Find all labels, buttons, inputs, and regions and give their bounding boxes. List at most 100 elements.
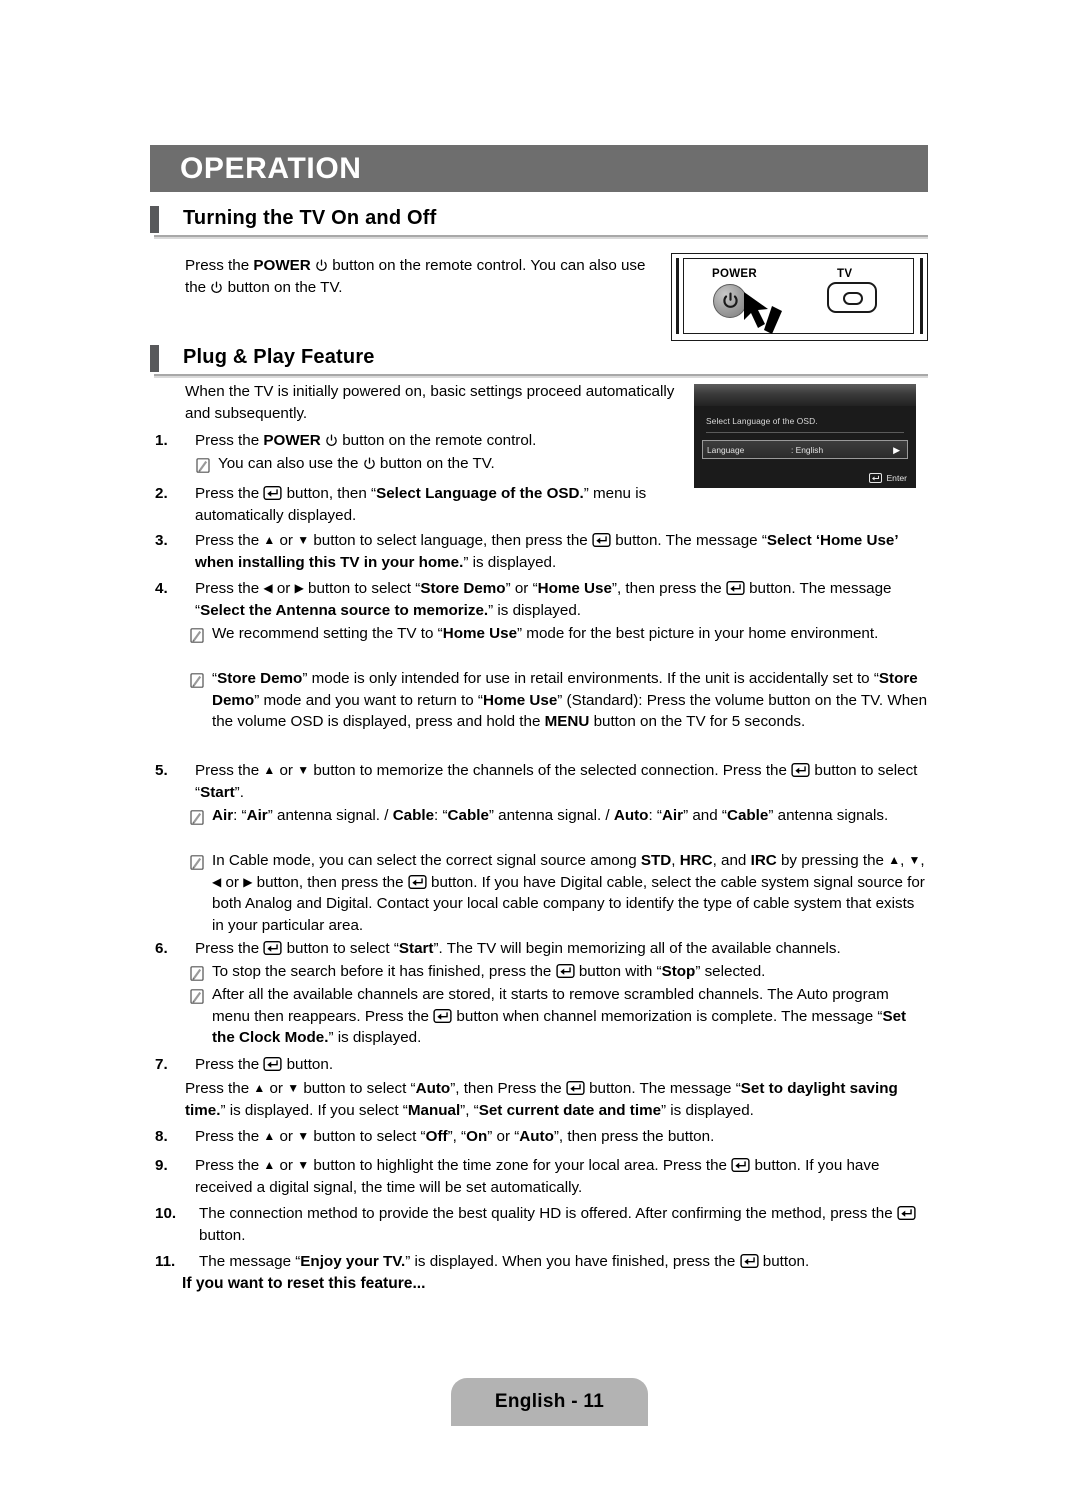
step-2-text: Press the button, then “Select Language … — [195, 485, 647, 524]
enter-icon-3 — [592, 533, 611, 547]
enter-icon-11 — [566, 1081, 585, 1095]
step-11-text: The message “Enjoy your TV.” is displaye… — [199, 1253, 810, 1270]
enter-icon — [869, 473, 883, 483]
remote-tv-label: TV — [837, 268, 853, 280]
step-2: 2. Press the button, then “Select Langua… — [155, 483, 660, 526]
turning-on-paragraph: Press the POWER button on the remote con… — [185, 255, 665, 298]
osd-enter-label: Enter — [886, 473, 907, 483]
step-9-number: 9. — [155, 1157, 168, 1174]
note-icon-3 — [190, 670, 204, 692]
step-11: 11. The message “Enjoy your TV.” is disp… — [155, 1251, 930, 1273]
power-icon — [316, 259, 327, 271]
step-3: 3. Press the ▲ or ▼ button to select lan… — [155, 530, 930, 573]
note-icon-7 — [190, 986, 204, 1008]
note-icon-2 — [190, 625, 204, 647]
step-5-number: 5. — [155, 762, 168, 779]
page-number-label: English - 11 — [494, 1391, 605, 1412]
turning-on-text-3: button on the TV. — [223, 278, 343, 296]
section-title-2: Plug & Play Feature — [183, 346, 375, 368]
reset-feature-note: If you want to reset this feature... — [182, 1275, 426, 1292]
step-5-text: Press the ▲ or ▼ button to memorize the … — [195, 762, 918, 801]
enter-icon-6 — [408, 874, 427, 889]
enter-icon-14 — [739, 1254, 759, 1268]
note-icon-5 — [190, 852, 204, 874]
step-6-text: Press the button to select “Start”. The … — [195, 940, 841, 957]
step-4-text: Press the ◀ or ▶ button to select “Store… — [195, 580, 892, 619]
osd-divider — [706, 432, 904, 433]
note-5: In Cable mode, you can select the correc… — [190, 850, 930, 936]
chapter-banner: OPERATION — [150, 145, 928, 192]
note-6-text: To stop the search before it has finishe… — [212, 963, 766, 980]
note-4: Air: “Air” antenna signal. / Cable: “Cab… — [190, 805, 930, 827]
power-icon-4 — [363, 457, 375, 469]
note-2-text: We recommend setting the TV to “Home Use… — [212, 625, 879, 642]
step-6: 6. Press the button to select “Start”. T… — [155, 938, 930, 960]
step-2-number: 2. — [155, 485, 168, 502]
power-icon-2 — [211, 281, 223, 293]
chapter-title: OPERATION — [180, 151, 362, 185]
enter-icon-4 — [726, 581, 745, 595]
note-5-text: In Cable mode, you can select the correc… — [212, 852, 925, 934]
step-7: 7. Press the button. — [155, 1054, 655, 1076]
note-1-text: You can also use the button on the TV. — [218, 455, 495, 472]
step-10-number: 10. — [155, 1205, 177, 1222]
step-5: 5. Press the ▲ or ▼ button to memorize t… — [155, 760, 930, 803]
osd-language-value: : English — [791, 445, 824, 455]
mouse-cursor-icon — [744, 292, 782, 334]
section-accent-bar — [150, 206, 159, 233]
enter-icon-9 — [433, 1008, 452, 1023]
step-11-number: 11. — [155, 1253, 176, 1270]
step-1-number: 1. — [155, 432, 168, 449]
note-7: After all the available channels are sto… — [190, 984, 930, 1049]
step-1: 1. Press the POWER button on the remote … — [155, 430, 655, 452]
section-heading-plug-play: Plug & Play Feature — [150, 343, 928, 379]
osd-screenshot-figure: Select Language of the OSD. Language : E… — [694, 384, 916, 488]
note-4-text: Air: “Air” antenna signal. / Cable: “Cab… — [212, 807, 889, 824]
step-4-number: 4. — [155, 580, 168, 597]
page-footer: English - 11 — [451, 1378, 648, 1426]
enter-icon-12 — [731, 1158, 750, 1172]
step-3-number: 3. — [155, 532, 168, 549]
plug-play-intro: When the TV is initially powered on, bas… — [185, 383, 675, 422]
remote-left-edge — [676, 258, 679, 334]
enter-icon-7 — [263, 941, 282, 955]
step-9-text: Press the ▲ or ▼ button to highlight the… — [195, 1157, 880, 1196]
step-8-text: Press the ▲ or ▼ button to select “Off”,… — [195, 1128, 715, 1145]
section-accent-bar-2 — [150, 345, 159, 372]
note-icon-1 — [196, 455, 210, 477]
step-7-number: 7. — [155, 1056, 168, 1073]
step-4: 4. Press the ◀ or ▶ button to select “St… — [155, 578, 930, 621]
remote-control-figure: POWER TV — [671, 253, 928, 341]
note-icon-6 — [190, 963, 204, 985]
note-2: We recommend setting the TV to “Home Use… — [190, 623, 930, 645]
section-heading-turning-on: Turning the TV On and Off — [150, 204, 928, 240]
note-3-text: “Store Demo” mode is only intended for u… — [212, 670, 928, 730]
section-title: Turning the TV On and Off — [183, 207, 437, 229]
remote-power-glyph-icon — [723, 292, 738, 308]
step-8-number: 8. — [155, 1128, 168, 1145]
osd-language-label: Language — [707, 445, 745, 455]
section-rule — [154, 235, 928, 239]
step-3-text: Press the ▲ or ▼ button to select langua… — [195, 532, 898, 571]
step-8: 8. Press the ▲ or ▼ button to select “Of… — [155, 1126, 930, 1148]
remote-tv-button — [827, 282, 877, 313]
remote-right-edge — [920, 258, 923, 334]
step-7-continuation: Press the ▲ or ▼ button to select “Auto”… — [185, 1080, 898, 1119]
note-7-text: After all the available channels are sto… — [212, 986, 907, 1046]
note-1: You can also use the button on the TV. — [196, 453, 666, 475]
osd-enter-hint: Enter — [869, 473, 907, 483]
enter-icon-13 — [897, 1206, 916, 1220]
osd-language-row: Language : English ▶ — [702, 440, 908, 459]
osd-right-arrow-icon: ▶ — [893, 445, 900, 455]
step-7-text: Press the button. — [195, 1056, 334, 1073]
step-10: 10. The connection method to provide the… — [155, 1203, 930, 1246]
note-icon-4 — [190, 807, 204, 829]
note-6: To stop the search before it has finishe… — [190, 961, 930, 983]
turning-on-text-1: Press the — [185, 257, 254, 274]
osd-prompt: Select Language of the OSD. — [706, 416, 818, 426]
section-rule-2 — [154, 374, 928, 378]
step-10-text: The connection method to provide the bes… — [199, 1203, 930, 1246]
enter-icon-10 — [263, 1057, 282, 1071]
osd-top-bar — [694, 384, 916, 406]
power-keyword: POWER — [253, 257, 311, 274]
